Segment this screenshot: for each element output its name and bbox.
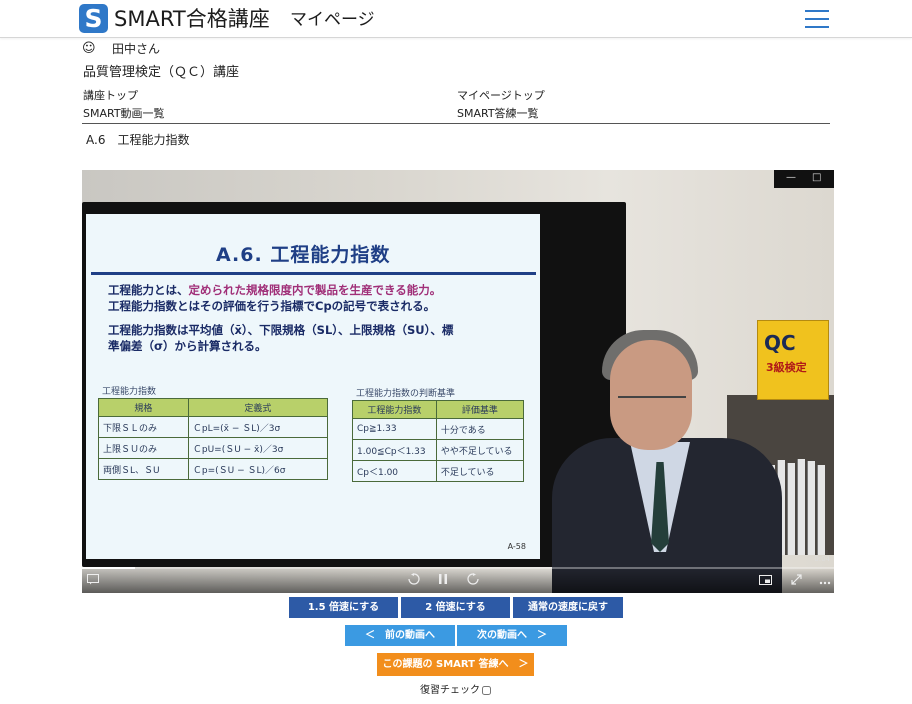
maximize-icon[interactable]: □ (812, 172, 821, 183)
lecture-slide: A.6. 工程能力指数 工程能力とは、定められた規格限度内で製品を生産できる能力… (86, 214, 540, 559)
answer-list-link[interactable]: SMART答練一覧 (457, 107, 539, 121)
page-subtitle: マイページ (290, 10, 375, 30)
video-control-bar (82, 567, 834, 593)
next-video-button[interactable]: 次の動画へ ＞ (457, 625, 567, 646)
book-title: QC (764, 331, 796, 355)
fullscreen-icon[interactable] (791, 574, 802, 588)
prev-video-button[interactable]: ＜ 前の動画へ (345, 625, 455, 646)
forward-30-icon[interactable] (466, 573, 480, 588)
speed-1-5x-button[interactable]: 1.5 倍速にする (289, 597, 398, 618)
course-title: 品質管理検定（ＱＣ）講座 (83, 65, 240, 80)
lesson-title: A.6 工程能力指数 (86, 133, 190, 147)
more-options-icon[interactable] (819, 574, 831, 588)
table1-cell: ＣpU=(ＳU − x̄)／3σ (187, 437, 329, 459)
table2-cell: Cp≧1.33 (352, 418, 437, 440)
rewind-10-icon[interactable] (407, 573, 421, 588)
picture-in-picture-icon[interactable] (759, 574, 772, 588)
window-controls: — □ (774, 170, 834, 188)
table2-cell: 不足している (435, 460, 525, 482)
review-check: 復習チェック (420, 684, 491, 698)
process-capability-table: 規格 定義式 下限ＳＬのみ ＣpL=(x̄ − ＳL)／3σ 上限ＳＵのみ Ｃp… (98, 398, 329, 480)
table1-cell: 下限ＳＬのみ (98, 416, 189, 438)
table1-cell: 上限ＳＵのみ (98, 437, 189, 459)
video-list-link[interactable]: SMART動画一覧 (83, 107, 165, 121)
video-player[interactable]: A.6. 工程能力指数 工程能力とは、定められた規格限度内で製品を生産できる能力… (82, 170, 834, 593)
app-header: S SMART合格講座 マイページ (0, 0, 912, 38)
table1-cell: 両側ＳL、ＳU (98, 458, 189, 480)
minimize-icon[interactable]: — (786, 172, 796, 183)
slide-page-number: A-58 (507, 542, 526, 551)
table2-cell: やや不足している (435, 439, 525, 461)
smiley-icon: ☺ (82, 41, 96, 56)
speed-normal-button[interactable]: 通常の速度に戻す (513, 597, 623, 618)
table2-cell: 十分である (435, 418, 525, 440)
brand-name[interactable]: SMART合格講座 (114, 4, 270, 34)
slide-line-3: 工程能力指数は平均値（x̄）、下限規格（SL）、上限規格（SU）、標 (108, 323, 454, 337)
table1-caption: 工程能力指数 (102, 387, 157, 397)
presenter-head (610, 340, 692, 450)
table2-caption: 工程能力指数の判断基準 (356, 389, 456, 399)
pause-icon[interactable] (438, 573, 448, 588)
review-check-label: 復習チェック (420, 685, 480, 696)
table1-cell: Ｃp=(ＳU − ＳL)／6σ (187, 458, 329, 480)
slide-line-2: 工程能力指数とはその評価を行う指標でCpの記号で表される。 (108, 299, 436, 313)
table2-header: 評価基準 (435, 400, 525, 419)
video-time: 0:04 (814, 555, 830, 563)
slide-rule (91, 272, 536, 275)
review-checkbox[interactable] (482, 685, 491, 695)
table1-header: 定義式 (187, 398, 329, 417)
qc-textbook: QC 3級検定 (757, 320, 829, 400)
table1-header: 規格 (98, 398, 189, 417)
nav-divider (82, 123, 830, 124)
table2-header: 工程能力指数 (352, 400, 437, 419)
slide-line-4: 準偏差（σ）から計算される。 (108, 339, 267, 353)
speed-2x-button[interactable]: 2 倍速にする (401, 597, 510, 618)
table2-cell: 1.00≦Cp＜1.33 (352, 439, 437, 461)
user-name: 田中さん (112, 42, 161, 56)
table2-cell: Cp＜1.00 (352, 460, 437, 482)
smart-answer-button[interactable]: この課題の SMART 答練へ ＞ (377, 653, 534, 676)
slide-title: A.6. 工程能力指数 (216, 244, 391, 266)
brand-logo[interactable]: S (79, 4, 108, 33)
table1-cell: ＣpL=(x̄ − ＳL)／3σ (187, 416, 329, 438)
hamburger-menu-icon[interactable] (805, 9, 829, 29)
criteria-table: 工程能力指数 評価基準 Cp≧1.33 十分である 1.00≦Cp＜1.33 や… (352, 400, 525, 482)
course-top-link[interactable]: 講座トップ (83, 89, 138, 103)
video-progress-fill (82, 567, 135, 569)
slide-line-1: 工程能力とは、定められた規格限度内で製品を生産できる能力。 (108, 283, 442, 297)
book-subtitle: 3級検定 (766, 361, 807, 374)
mypage-top-link[interactable]: マイページトップ (457, 89, 545, 103)
video-progress-bar[interactable] (82, 567, 834, 569)
presenter-glasses (618, 396, 686, 410)
captions-icon[interactable] (87, 574, 99, 588)
